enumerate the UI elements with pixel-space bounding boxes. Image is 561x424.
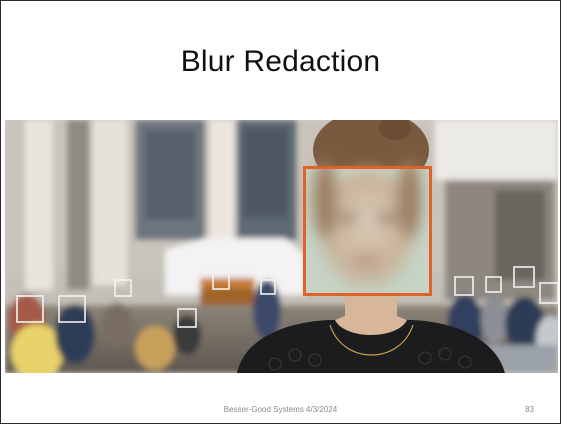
blurred-face [306, 160, 429, 293]
photo-illustration [5, 120, 558, 373]
slide-number: 83 [525, 405, 534, 414]
slide-title: Blur Redaction [180, 45, 381, 78]
redaction-photo [5, 120, 558, 373]
slide: Blur Redaction Besser-Good Systems 4/3/2… [0, 0, 561, 424]
slide-footer: Besser-Good Systems 4/3/2024 [223, 405, 338, 414]
